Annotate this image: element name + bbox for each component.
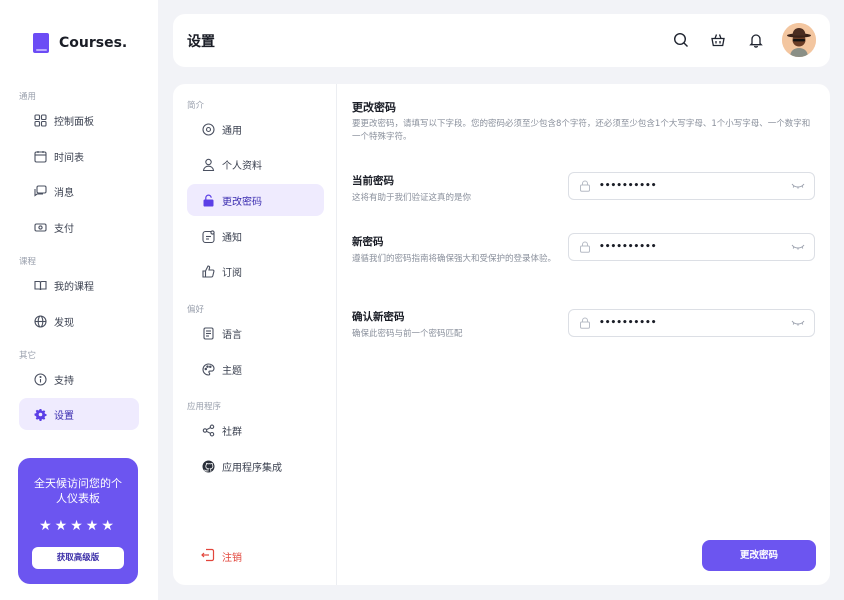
app-name: Courses. bbox=[59, 35, 128, 51]
logout-label: 注销 bbox=[222, 553, 242, 564]
subnav-section-apps: 应用程序 bbox=[187, 402, 222, 412]
subnav-item-theme[interactable]: 主题 bbox=[187, 353, 324, 385]
bell-icon[interactable] bbox=[747, 31, 765, 49]
sidebar-section-courses: 课程 bbox=[19, 257, 37, 267]
sidebar-item-label: 支持 bbox=[54, 375, 74, 387]
change-password-button[interactable]: 更改密码 bbox=[702, 540, 816, 571]
sidebar-item-label: 我的课程 bbox=[54, 281, 94, 293]
subnav-item-profile[interactable]: 个人资料 bbox=[187, 148, 324, 180]
share-icon bbox=[201, 423, 215, 437]
star-rating: ★★★★★ bbox=[39, 518, 117, 534]
sidebar-item-settings[interactable]: 设置 bbox=[19, 398, 139, 430]
sidebar-item-label: 时间表 bbox=[54, 152, 84, 164]
sidebar-item-support[interactable]: 支持 bbox=[19, 363, 139, 395]
upgrade-promo-card: 全天候访问您的个人仪表板 ★★★★★ 获取高级版 bbox=[18, 458, 138, 584]
sidebar-item-dashboard[interactable]: 控制面板 bbox=[19, 104, 139, 136]
book-open-icon bbox=[33, 278, 47, 292]
subnav-item-label: 社群 bbox=[222, 426, 242, 438]
calendar-icon bbox=[33, 149, 47, 163]
circle-icon bbox=[201, 122, 215, 136]
subnav-section-profile: 简介 bbox=[187, 101, 205, 111]
subnav-item-label: 订阅 bbox=[222, 267, 242, 279]
sidebar: Courses. 通用 控制面板 时间表 消息 支付 课程 我的课程 发现 其它… bbox=[0, 0, 158, 600]
logout-button[interactable]: 注销 bbox=[201, 547, 242, 566]
sidebar-item-messages[interactable]: 消息 bbox=[19, 175, 139, 207]
new-password-hint: 遵循我们的密码指南将确保强大和受保护的登录体验。 bbox=[352, 254, 557, 264]
subnav-item-notifications[interactable]: 通知 bbox=[187, 220, 324, 252]
get-premium-button[interactable]: 获取高级版 bbox=[32, 547, 124, 569]
document-icon bbox=[201, 326, 215, 340]
sidebar-item-label: 支付 bbox=[54, 223, 74, 235]
sidebar-item-discover[interactable]: 发现 bbox=[19, 305, 139, 337]
current-password-hint: 这将有助于我们验证这真的是你 bbox=[352, 193, 472, 203]
eye-closed-icon[interactable] bbox=[791, 242, 805, 252]
change-password-panel: 更改密码 要更改密码，请填写以下字段。您的密码必须至少包含8个字符，还必须至少包… bbox=[352, 84, 816, 585]
page-title: 设置 bbox=[187, 34, 215, 50]
sidebar-section-other: 其它 bbox=[19, 351, 37, 361]
section-title: 更改密码 bbox=[352, 101, 396, 114]
lock-icon bbox=[578, 241, 591, 254]
sidebar-section-general: 通用 bbox=[19, 92, 37, 102]
lock-icon bbox=[578, 180, 591, 193]
sidebar-item-label: 控制面板 bbox=[54, 116, 94, 128]
book-logo-icon bbox=[33, 33, 49, 53]
shopping-basket-icon[interactable] bbox=[709, 31, 727, 49]
subnav-item-integrations[interactable]: 应用程序集成 bbox=[187, 450, 324, 482]
palette-icon bbox=[201, 362, 215, 376]
confirm-password-field[interactable]: •••••••••• bbox=[568, 309, 815, 337]
message-icon bbox=[33, 184, 47, 198]
settings-subnav: 简介 通用 个人资料 更改密码 通知 订阅 偏好 语言 主题 应用程序 社群 应… bbox=[173, 84, 337, 585]
promo-text: 全天候访问您的个人仪表板 bbox=[34, 477, 122, 505]
info-icon bbox=[33, 372, 47, 386]
new-password-label: 新密码 bbox=[352, 236, 384, 248]
eye-closed-icon[interactable] bbox=[791, 181, 805, 191]
subnav-item-label: 个人资料 bbox=[222, 160, 262, 172]
confirm-password-label: 确认新密码 bbox=[352, 311, 405, 323]
gear-icon bbox=[33, 407, 47, 421]
logo[interactable]: Courses. bbox=[33, 33, 127, 53]
subnav-item-label: 更改密码 bbox=[222, 196, 262, 208]
notification-icon bbox=[201, 229, 215, 243]
new-password-field[interactable]: •••••••••• bbox=[568, 233, 815, 261]
current-password-field[interactable]: •••••••••• bbox=[568, 172, 815, 200]
dashboard-icon bbox=[33, 113, 47, 127]
globe-icon bbox=[33, 314, 47, 328]
sidebar-item-label: 消息 bbox=[54, 187, 74, 199]
logout-icon bbox=[201, 547, 215, 566]
subnav-item-label: 通用 bbox=[222, 125, 242, 137]
header: 设置 bbox=[173, 14, 830, 67]
password-value: •••••••••• bbox=[599, 181, 657, 191]
subnav-item-change-password[interactable]: 更改密码 bbox=[187, 184, 324, 216]
lock-icon bbox=[201, 193, 215, 207]
confirm-password-hint: 确保此密码与前一个密码匹配 bbox=[352, 329, 463, 339]
sidebar-item-label: 发现 bbox=[54, 317, 74, 329]
github-icon bbox=[201, 459, 215, 473]
avatar[interactable] bbox=[782, 23, 816, 57]
thumbs-up-icon bbox=[201, 264, 215, 278]
current-password-label: 当前密码 bbox=[352, 175, 394, 187]
sidebar-item-my-courses[interactable]: 我的课程 bbox=[19, 269, 139, 301]
sidebar-item-schedule[interactable]: 时间表 bbox=[19, 140, 139, 172]
sidebar-item-payment[interactable]: 支付 bbox=[19, 211, 139, 243]
subnav-item-label: 主题 bbox=[222, 365, 242, 377]
subnav-section-preferences: 偏好 bbox=[187, 305, 205, 315]
password-value: •••••••••• bbox=[599, 242, 657, 252]
subnav-item-general[interactable]: 通用 bbox=[187, 113, 324, 145]
search-icon[interactable] bbox=[672, 31, 690, 49]
settings-card: 简介 通用 个人资料 更改密码 通知 订阅 偏好 语言 主题 应用程序 社群 应… bbox=[173, 84, 830, 585]
lock-icon bbox=[578, 317, 591, 330]
eye-closed-icon[interactable] bbox=[791, 318, 805, 328]
user-icon bbox=[201, 157, 215, 171]
password-value: •••••••••• bbox=[599, 318, 657, 328]
subnav-item-community[interactable]: 社群 bbox=[187, 414, 324, 446]
payment-icon bbox=[33, 220, 47, 234]
subnav-item-subscription[interactable]: 订阅 bbox=[187, 255, 324, 287]
sidebar-item-label: 设置 bbox=[54, 410, 74, 422]
subnav-item-label: 语言 bbox=[222, 329, 242, 341]
subnav-item-language[interactable]: 语言 bbox=[187, 317, 324, 349]
subnav-item-label: 应用程序集成 bbox=[222, 462, 282, 474]
subnav-item-label: 通知 bbox=[222, 232, 242, 244]
section-description: 要更改密码，请填写以下字段。您的密码必须至少包含8个字符，还必须至少包含1个大写… bbox=[352, 119, 811, 142]
